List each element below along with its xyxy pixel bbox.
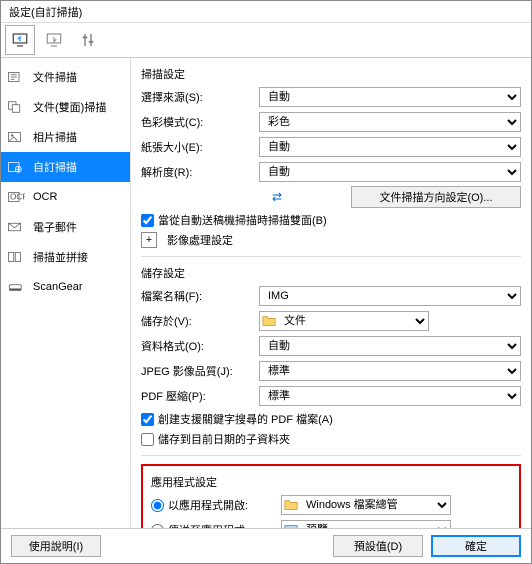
app-section-title: 應用程式設定 bbox=[151, 474, 511, 490]
sidebar-item-label: 掃描並拼接 bbox=[33, 249, 88, 265]
pdf-keyword-label: 創建支援關鍵字搜尋的 PDF 檔案(A) bbox=[158, 411, 333, 427]
tab-general-settings[interactable] bbox=[73, 25, 103, 55]
jpeg-select[interactable]: 標準 bbox=[259, 361, 521, 381]
colormode-select[interactable]: 彩色 bbox=[259, 112, 521, 132]
pdf-keyword-checkbox[interactable] bbox=[141, 413, 154, 426]
papersize-label: 紙張大小(E): bbox=[141, 139, 259, 155]
resolution-label: 解析度(R): bbox=[141, 164, 259, 180]
tab-scan-from-pc[interactable] bbox=[5, 25, 35, 55]
divider bbox=[141, 455, 521, 456]
sidebar-item-scangear[interactable]: ScanGear bbox=[1, 272, 130, 302]
pdf-label: PDF 壓縮(P): bbox=[141, 388, 259, 404]
swap-icon[interactable]: ⇄ bbox=[265, 187, 289, 207]
application-settings-frame: 應用程式設定 以應用程式開啟: Windows 檔案總管 傳送至應用程式: 預覽… bbox=[141, 464, 521, 528]
expand-icon[interactable]: + bbox=[141, 232, 157, 248]
scan-section-title: 掃描設定 bbox=[141, 66, 521, 82]
ok-button[interactable]: 確定 bbox=[431, 535, 521, 557]
sidebar-item-stitch[interactable]: 掃描並拼接 bbox=[1, 242, 130, 272]
sidebar-item-document[interactable]: 文件掃描 bbox=[1, 62, 130, 92]
open-with-radio[interactable] bbox=[151, 499, 164, 512]
help-button[interactable]: 使用說明(I) bbox=[11, 535, 101, 557]
sidebar-item-photo[interactable]: 相片掃描 bbox=[1, 122, 130, 152]
colormode-label: 色彩模式(C): bbox=[141, 114, 259, 130]
saveto-select[interactable]: 文件 bbox=[259, 311, 429, 331]
filename-label: 檔案名稱(F): bbox=[141, 288, 259, 304]
tab-scan-from-device[interactable] bbox=[39, 25, 69, 55]
source-label: 選擇來源(S): bbox=[141, 89, 259, 105]
save-subfolder-label: 儲存到目前日期的子資料夾 bbox=[158, 431, 290, 447]
sidebar-item-document-duplex[interactable]: 文件(雙面)掃描 bbox=[1, 92, 130, 122]
orientation-settings-button[interactable]: 文件掃描方向設定(O)... bbox=[351, 186, 521, 208]
save-subfolder-checkbox[interactable] bbox=[141, 433, 154, 446]
resolution-select[interactable]: 自動 bbox=[259, 162, 521, 182]
content-area: 掃描設定 選擇來源(S): 自動 色彩模式(C): 彩色 紙張大小(E): 自動… bbox=[131, 58, 531, 528]
pdf-select[interactable]: 標準 bbox=[259, 386, 521, 406]
window-title: 設定(自訂掃描) bbox=[1, 1, 531, 23]
sidebar-item-label: 文件掃描 bbox=[33, 69, 77, 85]
format-select[interactable]: 自動 bbox=[259, 336, 521, 356]
send-app-radio[interactable] bbox=[151, 524, 164, 529]
sidebar-item-label: 文件(雙面)掃描 bbox=[33, 99, 106, 115]
defaults-button[interactable]: 預設值(D) bbox=[333, 535, 423, 557]
duplex-merge-checkbox[interactable] bbox=[141, 214, 154, 227]
sidebar-item-label: 相片掃描 bbox=[33, 129, 77, 145]
sidebar-item-label: ScanGear bbox=[33, 281, 83, 293]
image-processing-label: 影像處理設定 bbox=[167, 232, 233, 248]
saveto-label: 儲存於(V): bbox=[141, 313, 259, 329]
sidebar-item-label: 電子郵件 bbox=[33, 219, 77, 235]
sidebar-item-ocr[interactable]: OCR OCR bbox=[1, 182, 130, 212]
format-label: 資料格式(O): bbox=[141, 338, 259, 354]
sidebar: 文件掃描 文件(雙面)掃描 相片掃描 自訂掃描 OCR OCR 電子郵件 掃描並… bbox=[1, 58, 131, 528]
sidebar-item-email[interactable]: 電子郵件 bbox=[1, 212, 130, 242]
send-app-label: 傳送至應用程式: bbox=[168, 522, 248, 528]
sidebar-item-custom[interactable]: 自訂掃描 bbox=[1, 152, 130, 182]
sidebar-item-label: OCR bbox=[33, 191, 57, 203]
divider bbox=[141, 256, 521, 257]
papersize-select[interactable]: 自動 bbox=[259, 137, 521, 157]
open-with-label: 以應用程式開啟: bbox=[168, 497, 248, 513]
save-section-title: 儲存設定 bbox=[141, 265, 521, 281]
open-with-select[interactable]: Windows 檔案總管 bbox=[281, 495, 451, 515]
filename-select[interactable]: IMG bbox=[259, 286, 521, 306]
jpeg-label: JPEG 影像品質(J): bbox=[141, 363, 259, 379]
svg-text:OCR: OCR bbox=[10, 192, 25, 201]
toolbar bbox=[1, 23, 531, 58]
sidebar-item-label: 自訂掃描 bbox=[33, 159, 77, 175]
send-app-select[interactable]: 預覽 bbox=[281, 520, 451, 528]
source-select[interactable]: 自動 bbox=[259, 87, 521, 107]
footer: 使用說明(I) 預設值(D) 確定 bbox=[1, 528, 531, 563]
duplex-merge-label: 當從自動送稿機掃描時掃描雙面(B) bbox=[158, 212, 327, 228]
